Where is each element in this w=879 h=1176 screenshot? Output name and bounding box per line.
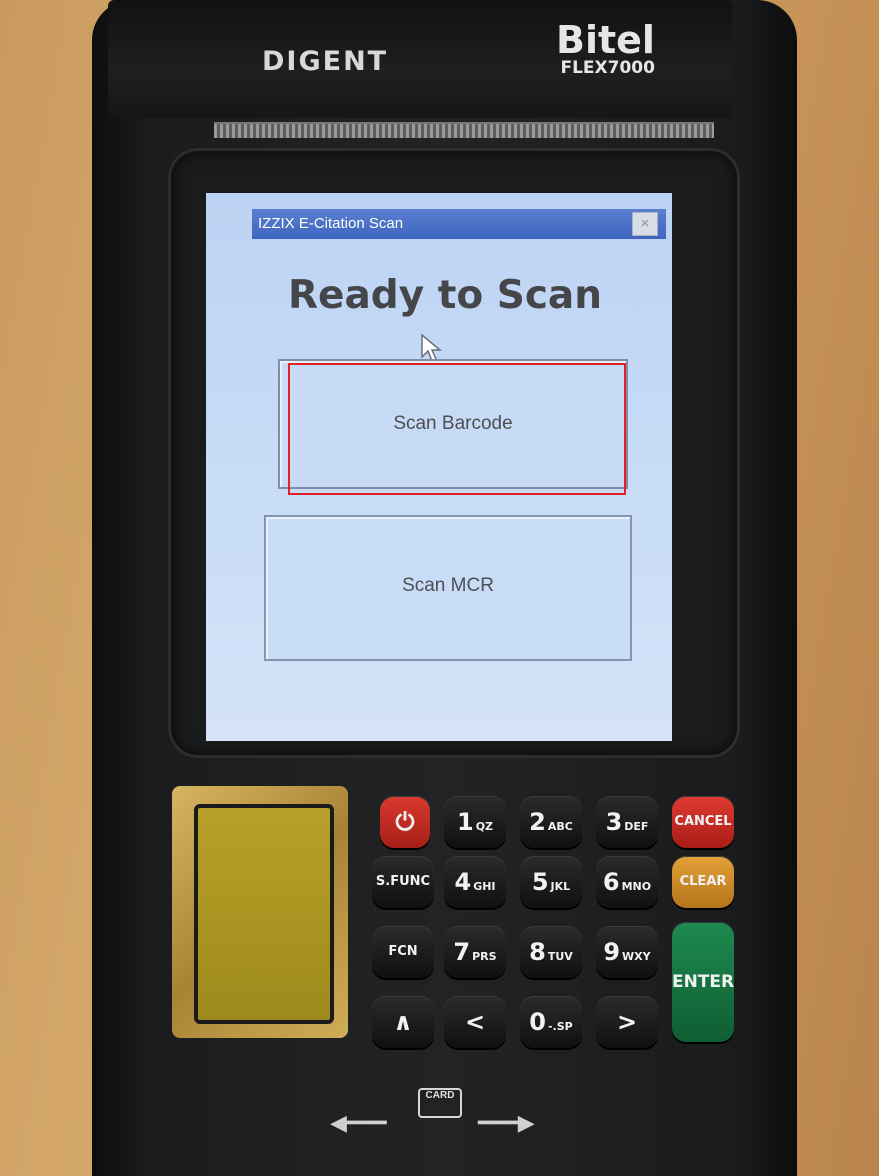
left-arrow-key[interactable]: <: [444, 996, 506, 1048]
key-8-letters: TUV: [547, 950, 573, 963]
card-arrow-left-icon: ◀━━━: [330, 1110, 387, 1135]
bitel-logo: Bitel FLEX7000: [556, 20, 655, 78]
up-arrow-icon: ∧: [393, 1008, 413, 1036]
model-label: FLEX7000: [560, 58, 655, 78]
key-6-digit: 6: [602, 868, 620, 896]
key-8-digit: 8: [529, 938, 546, 966]
sfunc-label: S.FUNC: [375, 874, 431, 889]
card-arrow-right-icon: ━━━▶: [478, 1110, 535, 1135]
left-arrow-icon: <: [464, 1008, 486, 1036]
close-button[interactable]: ×: [632, 212, 658, 236]
scan-mcr-label: Scan MCR: [402, 575, 494, 596]
key-5[interactable]: 5 JKL: [520, 856, 582, 908]
key-7-letters: PRS: [472, 950, 497, 963]
power-key[interactable]: ⏻: [380, 796, 430, 848]
key-5-letters: JKL: [550, 880, 571, 893]
key-6[interactable]: 6 MNO: [596, 856, 658, 908]
key-4-digit: 4: [454, 868, 472, 896]
key-4[interactable]: 4 GHI: [444, 856, 506, 908]
key-4-letters: GHI: [473, 880, 496, 893]
key-9[interactable]: 9 WXY: [596, 926, 658, 978]
fingerprint-reader: [172, 786, 348, 1038]
enter-label: ENTER: [672, 972, 735, 992]
status-heading: Ready to Scan: [288, 273, 603, 318]
key-1-digit: 1: [456, 808, 474, 836]
key-0[interactable]: 0 -.SP: [520, 996, 582, 1048]
cancel-label: CANCEL: [674, 814, 732, 829]
paper-tear-bar: [214, 122, 714, 138]
key-0-letters: -.SP: [547, 1020, 573, 1033]
key-7[interactable]: 7 PRS: [444, 926, 506, 978]
clear-key[interactable]: CLEAR: [672, 856, 734, 908]
key-7-digit: 7: [453, 938, 471, 966]
enter-key[interactable]: ENTER: [672, 922, 734, 1042]
window-titlebar: IZZIX E-Citation Scan ×: [252, 209, 666, 239]
key-3-letters: DEF: [624, 820, 649, 833]
key-1-letters: QZ: [475, 820, 494, 833]
card-slot-label: CARD: [418, 1088, 462, 1118]
key-3-digit: 3: [605, 808, 623, 836]
clear-label: CLEAR: [679, 874, 727, 889]
fingerprint-sensor[interactable]: [194, 804, 334, 1024]
key-5-digit: 5: [531, 868, 549, 896]
key-9-digit: 9: [603, 938, 621, 966]
cancel-key[interactable]: CANCEL: [672, 796, 734, 848]
key-0-digit: 0: [529, 1008, 546, 1036]
sfunc-key[interactable]: S.FUNC: [372, 856, 434, 908]
key-8[interactable]: 8 TUV: [520, 926, 582, 978]
up-arrow-key[interactable]: ∧: [372, 996, 434, 1048]
key-2-letters: ABC: [547, 820, 573, 833]
bitel-brand: Bitel: [556, 18, 655, 62]
key-6-letters: MNO: [621, 880, 652, 893]
selection-highlight: [288, 363, 626, 495]
touch-screen: IZZIX E-Citation Scan × Ready to Scan Sc…: [206, 193, 672, 741]
key-9-letters: WXY: [622, 950, 651, 963]
scan-mcr-button[interactable]: Scan MCR: [264, 515, 632, 661]
power-icon: ⏻: [395, 808, 415, 836]
right-arrow-key[interactable]: >: [596, 996, 658, 1048]
fcn-label: FCN: [388, 944, 418, 959]
window-title: IZZIX E-Citation Scan: [258, 215, 404, 232]
digent-logo: DIGENT: [262, 46, 389, 77]
right-arrow-icon: >: [616, 1008, 638, 1036]
fcn-key[interactable]: FCN: [372, 926, 434, 978]
key-1[interactable]: 1 QZ: [444, 796, 506, 848]
key-3[interactable]: 3 DEF: [596, 796, 658, 848]
key-2-digit: 2: [529, 808, 546, 836]
key-2[interactable]: 2 ABC: [520, 796, 582, 848]
